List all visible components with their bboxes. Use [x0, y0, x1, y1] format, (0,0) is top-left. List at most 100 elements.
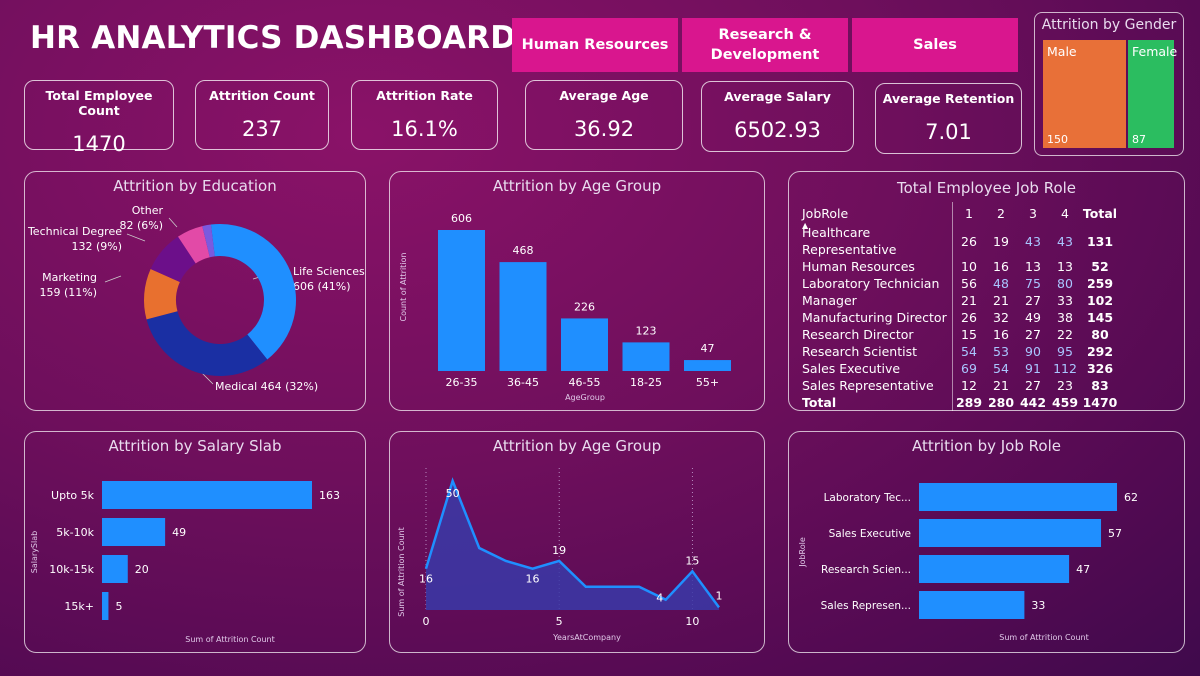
row-total: 52	[1091, 259, 1109, 274]
kpi-label: Average Retention	[882, 91, 1015, 106]
row-total: 145	[1086, 310, 1114, 325]
data-label: 47	[1076, 563, 1090, 576]
header-col[interactable]: 4	[1049, 202, 1081, 224]
header-col[interactable]: 3	[1017, 202, 1049, 224]
data-label: 57	[1108, 527, 1122, 540]
row-jobrole: Healthcare Representative	[802, 225, 897, 257]
donut-slice-medical[interactable]	[146, 311, 268, 376]
row-cell: 27	[1025, 327, 1041, 342]
bar[interactable]	[102, 481, 312, 509]
data-label: 16	[526, 573, 540, 586]
gender-panel: Attrition by Gender Male 150 Female 87	[1034, 12, 1184, 156]
treemap-female[interactable]: Female 87	[1128, 40, 1178, 148]
row-cell: 21	[952, 292, 985, 309]
table-total-row: Total 289 280 442 459 1470	[802, 394, 1119, 411]
row-cell: 16	[993, 259, 1009, 274]
table-row[interactable]: Laboratory Technician 56 48 75 80 259	[802, 275, 1119, 292]
kpi-value: 6502.93	[734, 118, 821, 142]
education-donut-chart[interactable]: Life Sciences 606 (41%) Medical 464 (32%…	[25, 172, 365, 410]
data-label: 226	[574, 300, 595, 313]
data-label: 163	[319, 489, 340, 502]
kpi-average-salary: Average Salary 6502.93	[701, 81, 854, 152]
donut-slice-life-sciences[interactable]	[210, 224, 296, 360]
bar[interactable]	[102, 555, 128, 583]
female-value: 87	[1132, 133, 1146, 146]
table-row[interactable]: Sales Representative 12 21 27 23 83	[802, 377, 1119, 394]
female-label: Female	[1132, 44, 1178, 59]
row-cell: 26	[952, 309, 985, 326]
job-role-bar-chart[interactable]: JobRole Sum of Attrition Count 62 Laborat…	[789, 432, 1184, 652]
table-row[interactable]: Healthcare Representative 26 19 43 43 131	[802, 224, 1119, 258]
bar[interactable]	[919, 483, 1117, 511]
table-row[interactable]: Sales Executive 69 54 91 112 326	[802, 360, 1119, 377]
job-role-table-panel: Total Employee Job Role JobRole ▲ 1 2 3 4…	[788, 171, 1185, 411]
bar[interactable]	[622, 342, 670, 371]
sort-up-icon[interactable]: ▲	[802, 221, 808, 230]
age-area-chart[interactable]: Sum of Attrition Count YearsAtCompany 0 5…	[390, 432, 764, 652]
row-total: 131	[1086, 233, 1114, 249]
row-cell: 54	[952, 343, 985, 360]
label-technical-degree-value: 132 (9%)	[71, 240, 122, 253]
gender-title: Attrition by Gender	[1041, 17, 1177, 33]
y-axis-label: SalarySlab	[30, 531, 39, 573]
treemap-male[interactable]: Male 150	[1043, 40, 1126, 148]
header-col[interactable]: 2	[985, 202, 1017, 224]
male-label: Male	[1047, 44, 1077, 59]
kpi-value: 16.1%	[391, 117, 458, 141]
table-row[interactable]: Manufacturing Director 26 32 49 38 145	[802, 309, 1119, 326]
row-cell: 69	[952, 360, 985, 377]
row-cell: 27	[1025, 378, 1041, 393]
bar[interactable]	[919, 519, 1102, 547]
data-label: 20	[135, 563, 149, 576]
header-jobrole[interactable]: JobRole ▲	[802, 202, 953, 231]
row-cell: 15	[952, 326, 985, 343]
row-cell: 90	[1025, 344, 1041, 359]
bar[interactable]	[102, 592, 109, 620]
row-total: 259	[1086, 276, 1114, 291]
bar[interactable]	[919, 591, 1025, 619]
tick-label: 18-25	[630, 376, 662, 389]
bar[interactable]	[684, 360, 731, 371]
salary-slab-bar-chart[interactable]: SalarySlab Sum of Attrition Count 163 Upt…	[25, 432, 365, 652]
dept-button-sales[interactable]: Sales	[852, 18, 1018, 72]
row-cell: 22	[1057, 327, 1073, 342]
kpi-average-age: Average Age 36.92	[525, 80, 683, 150]
tick-label: Laboratory Tec...	[824, 492, 911, 504]
data-label: 33	[1031, 599, 1045, 612]
bar[interactable]	[919, 555, 1070, 583]
table-row[interactable]: Research Scientist 54 53 90 95 292	[802, 343, 1119, 360]
data-label: 47	[701, 342, 715, 355]
kpi-attrition-count: Attrition Count 237	[195, 80, 329, 150]
dept-button-research-development[interactable]: Research & Development	[682, 18, 848, 72]
header-total[interactable]: Total	[1081, 202, 1119, 224]
table-row[interactable]: Research Director 15 16 27 22 80	[802, 326, 1119, 343]
data-label: 468	[513, 244, 534, 257]
bar[interactable]	[102, 518, 166, 546]
row-cell: 21	[993, 378, 1009, 393]
bar[interactable]	[438, 230, 485, 371]
age-group-bar-chart[interactable]: Count of Attrition AgeGroup 606 26-35 468 3…	[390, 172, 764, 410]
row-cell: 16	[993, 327, 1009, 342]
row-cell: 23	[1057, 378, 1073, 393]
kpi-value: 237	[241, 117, 283, 141]
row-jobrole: Manufacturing Director	[802, 310, 947, 325]
bar[interactable]	[499, 262, 547, 371]
data-label: 19	[552, 544, 566, 557]
row-cell: 26	[952, 224, 985, 258]
row-cell: 32	[993, 310, 1009, 325]
row-total: 292	[1086, 344, 1114, 359]
tick-label: Upto 5k	[51, 489, 95, 502]
data-label: 1	[716, 589, 723, 602]
row-jobrole: Research Director	[802, 327, 914, 342]
kpi-total-employee-count: Total Employee Count 1470	[24, 80, 174, 156]
dept-button-human-resources[interactable]: Human Resources	[512, 18, 678, 72]
bar[interactable]	[561, 318, 608, 371]
header-col[interactable]: 1	[952, 202, 985, 224]
label-life-sciences: Life Sciences	[293, 265, 365, 278]
salary-slab-panel: Attrition by Salary Slab SalarySlab Sum …	[24, 431, 366, 653]
table-row[interactable]: Manager 21 21 27 33 102	[802, 292, 1119, 309]
label-medical: Medical 464 (32%)	[215, 380, 318, 393]
leader-line	[168, 217, 178, 228]
tick-label: Sales Executive	[829, 528, 911, 540]
table-row[interactable]: Human Resources 10 16 13 13 52	[802, 258, 1119, 275]
